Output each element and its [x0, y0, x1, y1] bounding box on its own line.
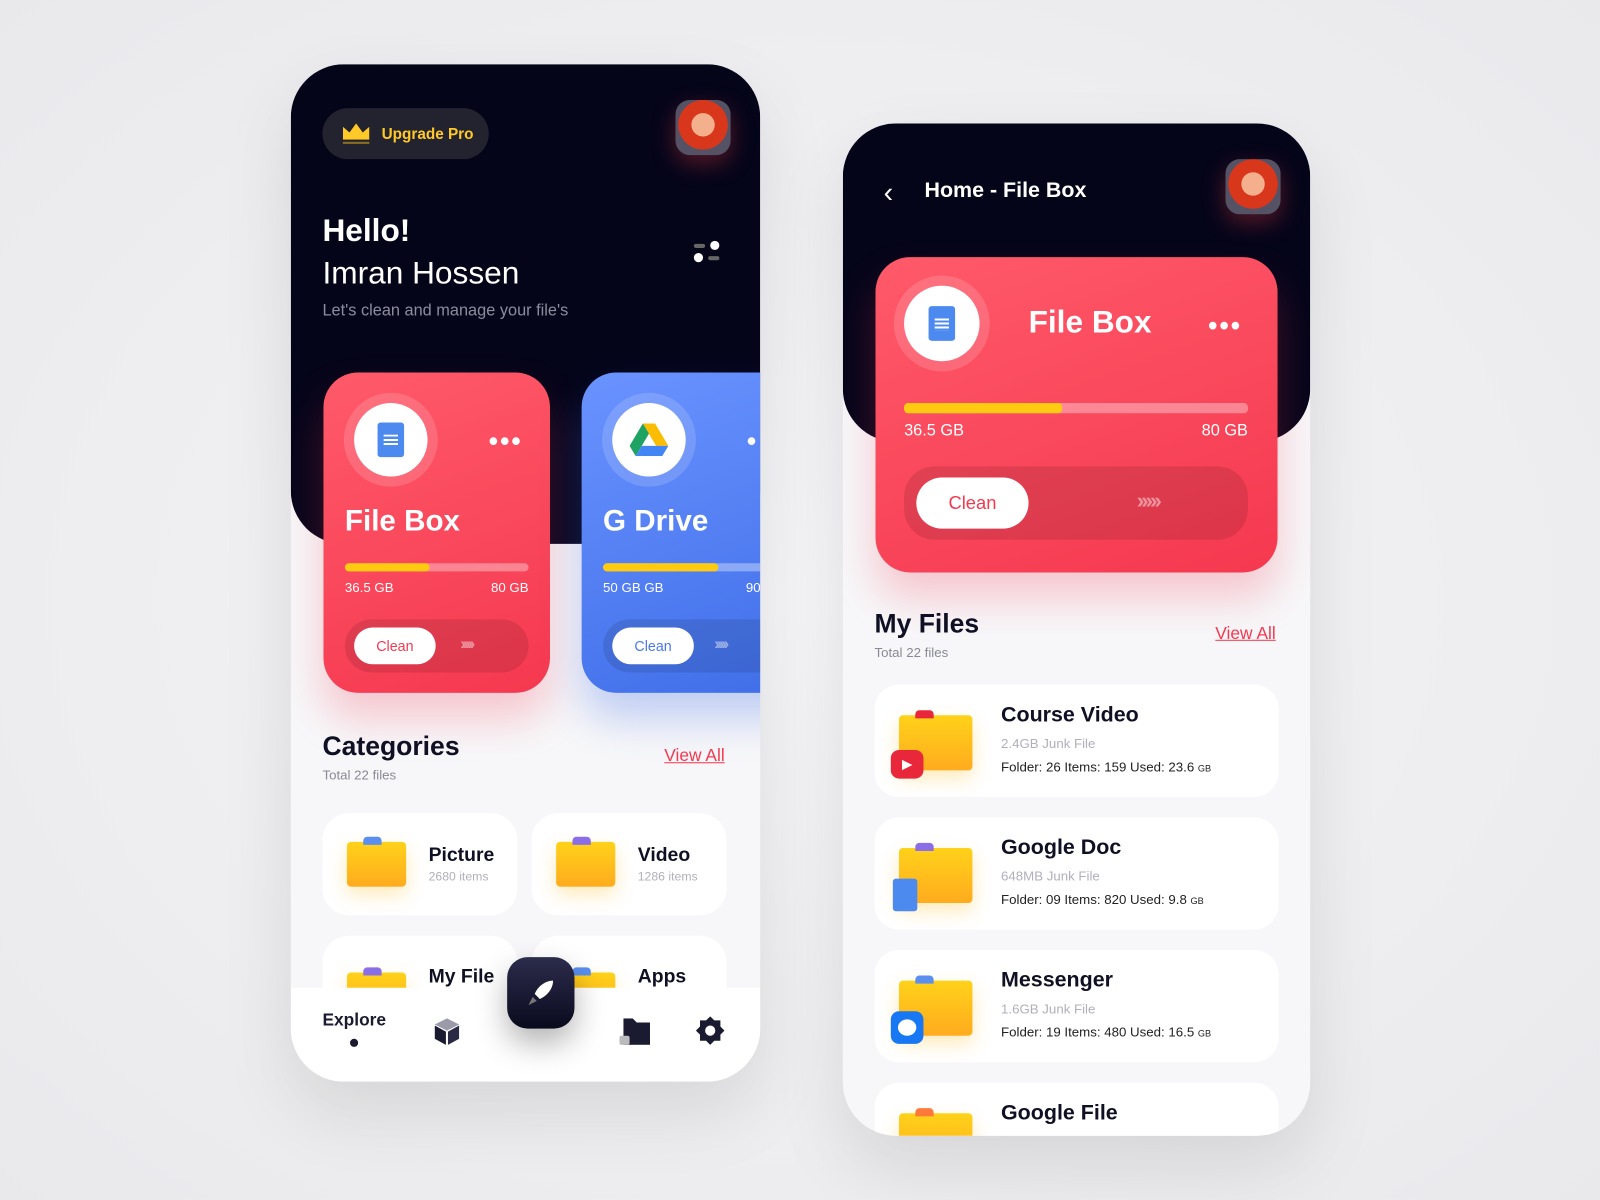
category-name: Video [637, 844, 691, 867]
file-row-messenger[interactable]: Messenger 1.6GB Junk File Folder: 19 Items… [874, 949, 1279, 1063]
category-video[interactable]: Video 1286 items [531, 813, 727, 916]
view-all-categories-link[interactable]: View All [664, 746, 724, 766]
used-storage: 50 GB GB [603, 579, 664, 595]
storage-progress [344, 563, 529, 572]
file-name: Google File [1001, 1101, 1118, 1125]
rocket-icon [528, 980, 554, 1006]
locked-folder-icon[interactable] [619, 1018, 650, 1045]
avatar[interactable] [1225, 159, 1281, 215]
picture-folder-icon [346, 836, 407, 887]
total-storage: 90 [745, 579, 761, 595]
file-box-card[interactable]: File Box ••• 36.5 GB 80 GB Clean ››››› [875, 257, 1278, 573]
back-button[interactable]: ‹ [884, 177, 894, 210]
categories-subtitle: Total 22 files [322, 767, 397, 783]
unit: GB [1197, 1028, 1212, 1039]
clean-button[interactable]: Clean [612, 627, 694, 665]
more-options-icon[interactable]: • [747, 428, 758, 455]
category-name: Apps [637, 966, 687, 988]
nav-explore[interactable]: Explore [322, 1010, 386, 1030]
my-files-subtitle: Total 22 files [874, 644, 949, 661]
rocket-boost-button[interactable] [507, 957, 575, 1029]
unit: GB [1197, 763, 1212, 774]
total-storage: 80 GB [1201, 422, 1248, 440]
page-title: Home - File Box [924, 178, 1087, 203]
settings-gear-icon[interactable] [695, 1016, 725, 1045]
google-doc-icon [928, 306, 956, 341]
greeting: Hello! [322, 212, 411, 248]
file-row-google-doc[interactable]: Google Doc 648MB Junk File Folder: 09 Item… [874, 817, 1279, 930]
file-meta: Folder: 19 Items: 480 Used: 16.5 [1001, 1024, 1195, 1040]
video-folder-icon [556, 836, 616, 887]
file-name: Messenger [1001, 968, 1113, 992]
avatar[interactable] [675, 99, 731, 156]
clean-button[interactable]: Clean [354, 627, 436, 665]
g-drive-card[interactable]: • G Drive 50 GB GB 90 Clean ››››› [581, 372, 761, 693]
upgrade-label: Upgrade Pro [381, 124, 474, 143]
file-row-google-file[interactable]: Google File [874, 1082, 1279, 1136]
junk-size: 2.4GB Junk File [1001, 735, 1096, 752]
file-box-screen: ‹ Home - File Box File Box ••• 36.5 GB 8… [842, 123, 1311, 1136]
file-row-course-video[interactable]: ▶ Course Video 2.4GB Junk File Folder: 26 … [874, 684, 1279, 797]
used-storage: 36.5 GB [904, 422, 964, 440]
google-doc-icon [377, 422, 405, 458]
file-meta: Folder: 09 Items: 820 Used: 9.8 [1001, 891, 1187, 908]
folder-icon [898, 1108, 973, 1136]
upgrade-pro-button[interactable]: Upgrade Pro [322, 108, 489, 160]
card-title: File Box [1028, 304, 1152, 340]
google-drive-icon [629, 423, 669, 457]
junk-size: 1.6GB Junk File [1001, 1001, 1096, 1017]
storage-progress [603, 563, 761, 572]
chevrons-icon: ››››› [1136, 487, 1162, 514]
chevrons-icon: ››››› [714, 635, 729, 654]
menu-toggle-icon[interactable] [693, 240, 723, 263]
more-options-icon[interactable]: ••• [489, 428, 523, 455]
active-indicator [349, 1038, 359, 1047]
unit: GB [1190, 895, 1204, 907]
file-box-card[interactable]: ••• File Box 36.5 GB 80 GB Clean ››››› [323, 372, 550, 693]
more-options-icon[interactable]: ••• [1208, 312, 1242, 339]
storage-progress [904, 403, 1248, 414]
google-doc-icon [892, 878, 918, 912]
file-name: Google Doc [1001, 835, 1122, 860]
file-meta: Folder: 26 Items: 159 Used: 23.6 [1001, 759, 1195, 775]
category-count: 1286 items [637, 869, 698, 884]
home-screen: Upgrade Pro Hello! Imran Hossen Let's cl… [290, 64, 761, 1082]
card-title: G Drive [603, 505, 709, 538]
card-title: File Box [344, 505, 461, 538]
chevrons-icon: ››››› [460, 635, 475, 654]
view-all-files-link[interactable]: View All [1215, 623, 1275, 643]
crown-icon [342, 123, 370, 144]
tagline: Let's clean and manage your file's [322, 302, 569, 320]
junk-size: 648MB Junk File [1001, 868, 1100, 884]
category-name: My File [428, 966, 495, 988]
category-count: 2680 items [428, 869, 489, 884]
messenger-icon [890, 1011, 924, 1044]
total-storage: 80 GB [490, 579, 529, 595]
file-name: Course Video [1001, 703, 1139, 727]
category-picture[interactable]: Picture 2680 items [322, 813, 518, 916]
my-files-title: My Files [874, 608, 980, 639]
used-storage: 36.5 GB [344, 579, 394, 595]
youtube-icon: ▶ [890, 749, 924, 779]
clean-button[interactable]: Clean [916, 477, 1029, 529]
cube-icon[interactable] [434, 1018, 460, 1045]
category-name: Picture [428, 844, 495, 867]
user-name: Imran Hossen [322, 255, 520, 291]
categories-title: Categories [322, 730, 460, 762]
